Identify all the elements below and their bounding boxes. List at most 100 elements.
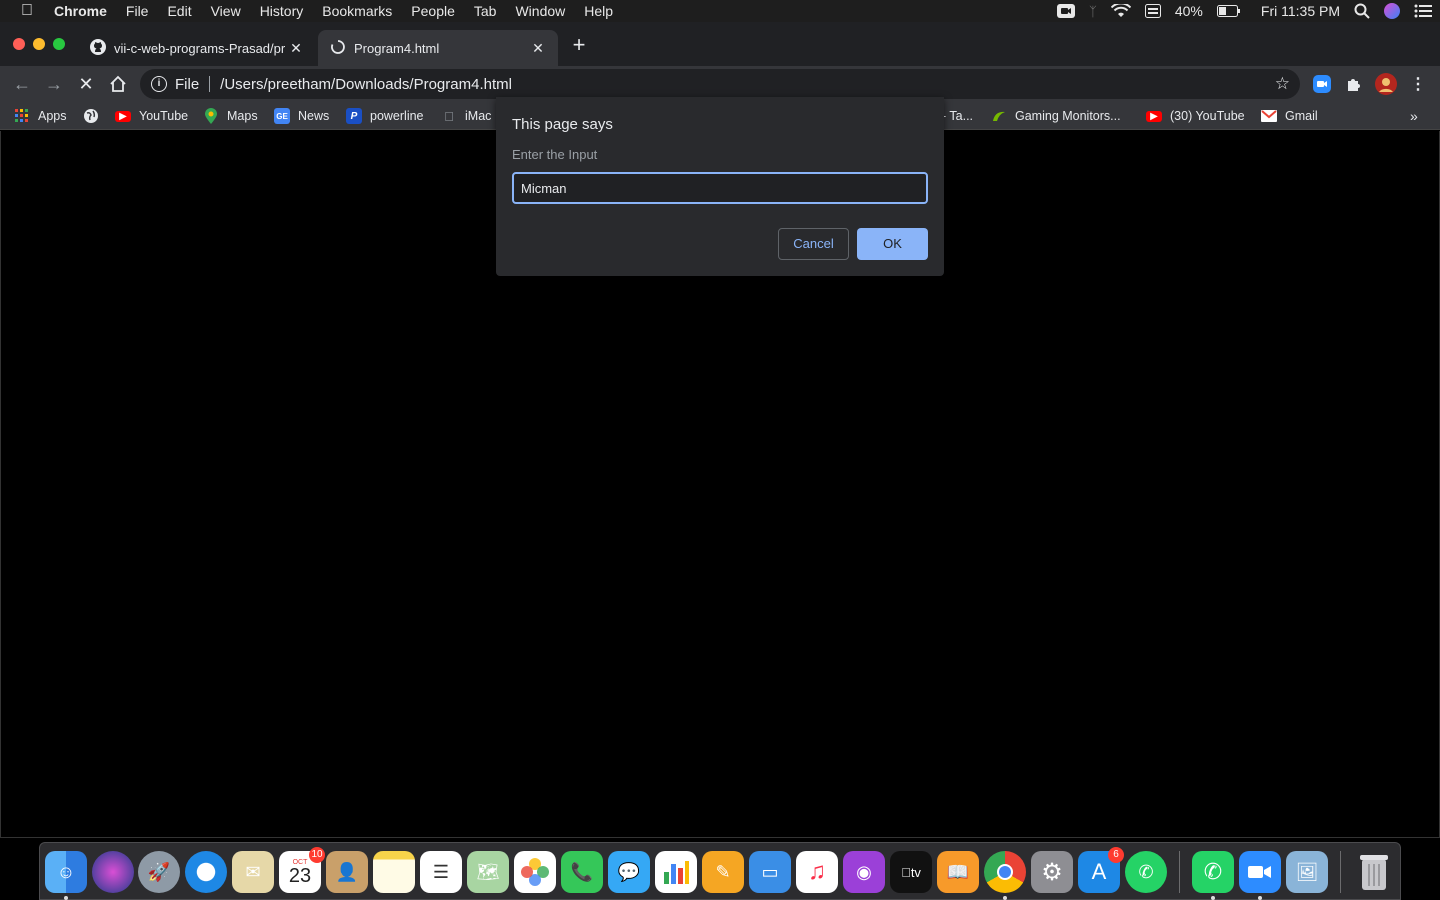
apple-icon:  xyxy=(441,108,457,124)
cancel-button[interactable]: Cancel xyxy=(778,228,849,260)
contacts-icon[interactable]: 👤 xyxy=(326,851,368,893)
bookmark-truncated[interactable]: - Ta... xyxy=(942,107,973,125)
bookmark-powerline[interactable]: P powerline xyxy=(346,107,424,125)
whatsapp-web-icon[interactable]: ✆ xyxy=(1125,851,1167,893)
github-icon xyxy=(90,38,106,58)
bookmark-apps[interactable]: Apps xyxy=(14,107,67,125)
reminders-icon[interactable]: ☰ xyxy=(420,851,462,893)
battery-icon[interactable] xyxy=(1216,2,1241,20)
calendar-icon[interactable]: OCT 23 10 xyxy=(279,847,325,893)
bookmark-gmail[interactable]: Gmail xyxy=(1261,107,1318,125)
window-minimize-button[interactable] xyxy=(33,38,45,50)
menu-window[interactable]: Window xyxy=(506,3,575,19)
bookmark-maps[interactable]: Maps xyxy=(203,107,258,125)
window-maximize-button[interactable] xyxy=(53,38,65,50)
bookmark-youtube-30[interactable]: ▶ (30) YouTube xyxy=(1146,107,1245,125)
bookmark-gaming-monitors[interactable]: Gaming Monitors... xyxy=(991,107,1121,125)
apple-menu-icon[interactable]:  xyxy=(0,2,54,20)
bookmark-label: Gaming Monitors... xyxy=(1015,109,1121,123)
notification-center-icon[interactable] xyxy=(1414,2,1432,20)
forward-arrow-icon[interactable]: → xyxy=(42,72,66,96)
maps-icon xyxy=(203,108,219,124)
info-icon[interactable]: i xyxy=(151,76,167,92)
bookmark-globe[interactable] xyxy=(83,107,107,125)
menu-people[interactable]: People xyxy=(402,3,465,19)
bookmark-label: iMac xyxy=(465,109,492,123)
extensions-puzzle-icon[interactable] xyxy=(1342,72,1366,96)
launchpad-icon[interactable]: 🚀 xyxy=(138,851,180,893)
menu-bookmarks[interactable]: Bookmarks xyxy=(313,3,402,19)
numbers-icon[interactable] xyxy=(655,851,697,893)
chrome-menu-icon[interactable]: ⋮ xyxy=(1406,72,1430,96)
preview-icon[interactable]: 🖼 xyxy=(1286,851,1328,893)
menu-file[interactable]: File xyxy=(116,3,158,19)
photos-icon[interactable] xyxy=(514,851,556,893)
ok-button[interactable]: OK xyxy=(857,228,928,260)
bluetooth-icon[interactable]: ᛉ xyxy=(1089,2,1097,20)
system-preferences-icon[interactable]: ⚙ xyxy=(1031,851,1073,893)
trash-icon[interactable] xyxy=(1353,851,1395,893)
menu-app-name[interactable]: Chrome xyxy=(54,3,116,19)
globe-icon xyxy=(83,108,99,124)
prompt-input[interactable] xyxy=(512,172,928,204)
keyboard-input-icon[interactable] xyxy=(1144,2,1161,20)
menubar-clock[interactable]: Fri 11:35 PM xyxy=(1261,3,1340,19)
spotlight-search-icon[interactable] xyxy=(1354,2,1370,20)
menu-tab[interactable]: Tab xyxy=(464,3,506,19)
music-icon[interactable]: ♫ xyxy=(796,851,838,893)
podcasts-icon[interactable]: ◉ xyxy=(843,851,885,893)
tab-github[interactable]: vii-c-web-programs-Prasad/pr ✕ xyxy=(78,30,316,66)
maps-icon[interactable]: 🗺 xyxy=(467,851,509,893)
dock-separator xyxy=(1179,851,1180,893)
address-bar[interactable]: i File /Users/preetham/Downloads/Program… xyxy=(140,69,1300,99)
apple-tv-icon[interactable]: tv xyxy=(890,851,932,893)
keynote-icon[interactable]: ▭ xyxy=(749,851,791,893)
bookmarks-overflow-icon[interactable]: » xyxy=(1410,107,1418,125)
bookmark-star-icon[interactable]: ☆ xyxy=(1275,74,1290,94)
running-indicator xyxy=(1003,896,1007,900)
new-tab-button[interactable]: + xyxy=(568,34,590,56)
messages-icon[interactable]: 💬 xyxy=(608,851,650,893)
chrome-tabstrip: vii-c-web-programs-Prasad/pr ✕ Program4.… xyxy=(0,22,1440,66)
notes-icon[interactable] xyxy=(373,851,415,893)
facetime-icon[interactable]: 📞 xyxy=(561,851,603,893)
url-scheme-label: File xyxy=(175,75,200,93)
window-close-button[interactable] xyxy=(13,38,25,50)
tab-program4[interactable]: Program4.html ✕ xyxy=(318,30,558,66)
app-store-badge: 6 xyxy=(1108,847,1124,863)
powerline-icon: P xyxy=(346,108,362,124)
running-indicator xyxy=(1258,896,1262,900)
chrome-icon[interactable] xyxy=(984,851,1026,893)
back-arrow-icon[interactable]: ← xyxy=(10,72,34,96)
finder-icon[interactable]: ☺ xyxy=(45,851,87,893)
stop-loading-icon[interactable]: ✕ xyxy=(74,72,98,96)
books-icon[interactable]: 📖 xyxy=(937,851,979,893)
bookmark-youtube[interactable]: ▶ YouTube xyxy=(115,107,188,125)
mail-icon[interactable]: ✉ xyxy=(232,851,274,893)
bookmark-imac[interactable]:  iMac xyxy=(441,107,491,125)
safari-icon[interactable] xyxy=(185,851,227,893)
zoom-icon[interactable] xyxy=(1239,851,1281,893)
app-store-icon[interactable]: A6 xyxy=(1078,847,1124,893)
pages-icon[interactable]: ✎ xyxy=(702,851,744,893)
zoom-status-icon[interactable] xyxy=(1057,2,1076,20)
profile-avatar[interactable] xyxy=(1374,72,1398,96)
menu-history[interactable]: History xyxy=(250,3,313,19)
calendar-badge: 10 xyxy=(309,847,325,863)
siri-icon[interactable] xyxy=(92,851,134,893)
youtube-icon: ▶ xyxy=(115,110,131,122)
url-text[interactable]: /Users/preetham/Downloads/Program4.html xyxy=(220,76,512,93)
siri-icon[interactable] xyxy=(1384,2,1400,20)
home-icon[interactable] xyxy=(106,72,130,96)
tab-close-button[interactable]: ✕ xyxy=(530,40,546,57)
menu-view[interactable]: View xyxy=(201,3,250,19)
bookmark-label: powerline xyxy=(370,109,424,123)
bookmark-news[interactable]: GE News xyxy=(274,107,329,125)
menu-edit[interactable]: Edit xyxy=(158,3,201,19)
dock-separator xyxy=(1340,851,1341,893)
zoom-extension-icon[interactable] xyxy=(1310,72,1334,96)
menu-help[interactable]: Help xyxy=(575,3,623,19)
tab-close-button[interactable]: ✕ xyxy=(288,40,304,57)
wifi-icon[interactable] xyxy=(1110,2,1131,20)
whatsapp-icon[interactable]: ✆ xyxy=(1192,851,1234,893)
